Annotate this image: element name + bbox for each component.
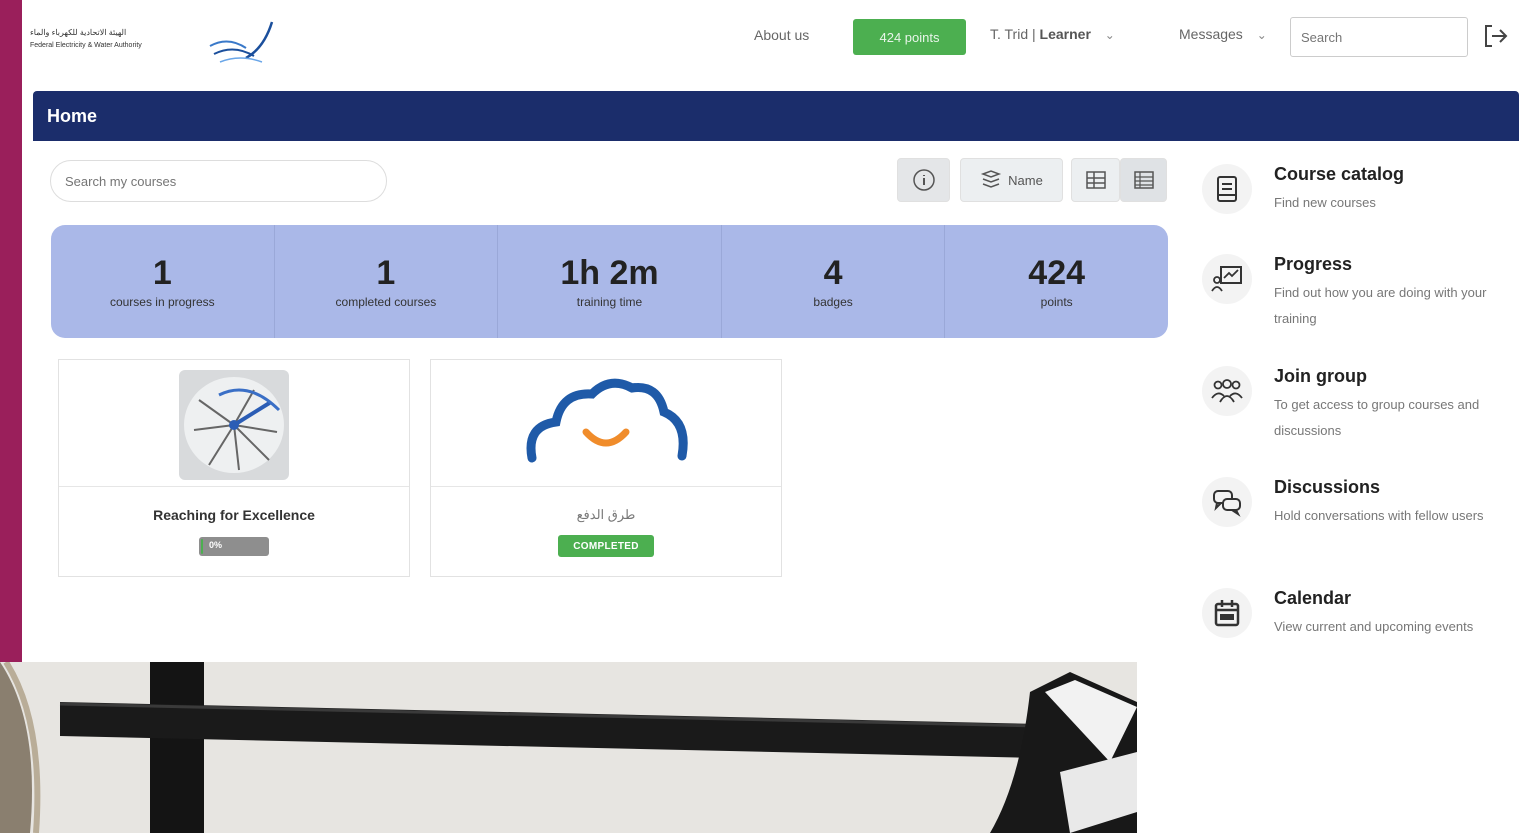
- sidebar-item-desc: View current and upcoming events: [1274, 619, 1474, 634]
- barbell-photo-image: [0, 662, 1137, 833]
- stat-points[interactable]: 424 points: [945, 225, 1168, 338]
- sort-stack-icon: [981, 170, 1002, 188]
- stat-value: 1: [152, 254, 172, 292]
- stat-label: completed courses: [335, 295, 437, 309]
- course-title: Reaching for Excellence: [153, 507, 315, 523]
- sidebar-item-title: Join group: [1274, 366, 1367, 386]
- logo-wave-icon: [209, 21, 274, 63]
- sidebar-item-join-group[interactable]: Join group To get access to group course…: [1202, 366, 1522, 456]
- course-card[interactable]: طرق الدفع COMPLETED: [430, 359, 782, 577]
- global-search-input[interactable]: [1290, 17, 1468, 57]
- page-title: Home: [47, 106, 98, 126]
- sidebar-item-discussions[interactable]: Discussions Hold conversations with fell…: [1202, 477, 1522, 567]
- stat-training-time[interactable]: 1h 2m training time: [498, 225, 722, 338]
- points-button[interactable]: 424 points: [853, 19, 966, 55]
- stat-label: points: [1040, 295, 1073, 309]
- user-menu[interactable]: T. Trid | Learner ⌄: [990, 26, 1115, 42]
- course-thumbnail: [431, 360, 781, 487]
- sidebar-item-title: Course catalog: [1274, 164, 1405, 184]
- logo-arabic-text: الهيئة الاتحادية للكهرباء والماء: [30, 28, 127, 37]
- sidebar-item-desc: Hold conversations with fellow users: [1274, 508, 1484, 523]
- progress-label: 0%: [209, 540, 223, 550]
- discussions-icon: [1202, 477, 1252, 527]
- stat-value: 424: [1028, 254, 1086, 292]
- stat-label: training time: [576, 295, 643, 309]
- sidebar-item-title: Calendar: [1274, 588, 1352, 608]
- messages-label: Messages: [1179, 26, 1243, 42]
- user-role: Learner: [1039, 26, 1091, 42]
- info-icon: [912, 169, 935, 191]
- info-button[interactable]: [897, 158, 950, 202]
- chevron-down-icon: ⌄: [1256, 28, 1267, 42]
- user-name: T. Trid |: [990, 26, 1036, 42]
- chevron-down-icon: ⌄: [1104, 28, 1115, 42]
- group-icon: [1202, 366, 1252, 416]
- sort-label: Name: [1008, 172, 1043, 188]
- stat-value: 4: [823, 254, 843, 292]
- page-header: Home: [33, 91, 1519, 141]
- completed-badge: COMPLETED: [558, 535, 654, 557]
- progress-fill: [201, 539, 203, 554]
- stat-value: 1h 2m: [560, 254, 659, 292]
- sidebar-item-progress[interactable]: Progress Find out how you are doing with…: [1202, 254, 1522, 344]
- progress-icon: [1202, 254, 1252, 304]
- top-bar: الهيئة الاتحادية للكهرباء والماء Federal…: [22, 0, 1539, 74]
- stat-badges[interactable]: 4 badges: [722, 225, 946, 338]
- stat-value: 1: [376, 254, 396, 292]
- list-view-button[interactable]: [1120, 158, 1167, 202]
- course-title: طرق الدفع: [576, 507, 636, 522]
- sidebar-item-desc: Find out how you are doing with your tra…: [1274, 285, 1487, 326]
- sidebar-item-title: Progress: [1274, 254, 1353, 274]
- messages-menu[interactable]: Messages ⌄: [1179, 26, 1267, 42]
- sidebar-item-calendar[interactable]: Calendar View current and upcoming event…: [1202, 588, 1522, 678]
- stats-panel: 1 courses in progress 1 completed course…: [51, 225, 1168, 338]
- list-view-icon: [1133, 171, 1154, 189]
- logout-icon[interactable]: [1480, 20, 1510, 52]
- course-progress-bar: 0%: [199, 537, 269, 556]
- sidebar-item-desc: To get access to group courses and discu…: [1274, 397, 1480, 438]
- course-search-input[interactable]: [50, 160, 387, 202]
- calendar-icon: [1202, 588, 1252, 638]
- sort-by-name-button[interactable]: Name: [960, 158, 1063, 202]
- stat-completed-courses[interactable]: 1 completed courses: [275, 225, 499, 338]
- compass-image: [179, 370, 289, 480]
- sidebar-item-desc: Find new courses: [1274, 195, 1376, 210]
- sidebar-item-title: Discussions: [1274, 477, 1381, 497]
- overlay-photo: [0, 662, 1137, 833]
- cloud-smile-icon: [526, 378, 688, 463]
- grid-view-button[interactable]: [1071, 158, 1120, 202]
- course-card[interactable]: Reaching for Excellence 0%: [58, 359, 410, 577]
- grid-view-icon: [1085, 171, 1106, 189]
- catalog-icon: [1202, 164, 1252, 214]
- stat-label: courses in progress: [109, 295, 215, 309]
- stat-courses-in-progress[interactable]: 1 courses in progress: [51, 225, 275, 338]
- sidebar-item-course-catalog[interactable]: Course catalog Find new courses: [1202, 164, 1522, 254]
- logo-english-text: Federal Electricity & Water Authority: [30, 42, 142, 49]
- authority-logo[interactable]: الهيئة الاتحادية للكهرباء والماء Federal…: [30, 18, 280, 68]
- stat-label: badges: [813, 295, 853, 309]
- about-us-link[interactable]: About us: [754, 27, 809, 43]
- course-thumbnail: [59, 360, 409, 487]
